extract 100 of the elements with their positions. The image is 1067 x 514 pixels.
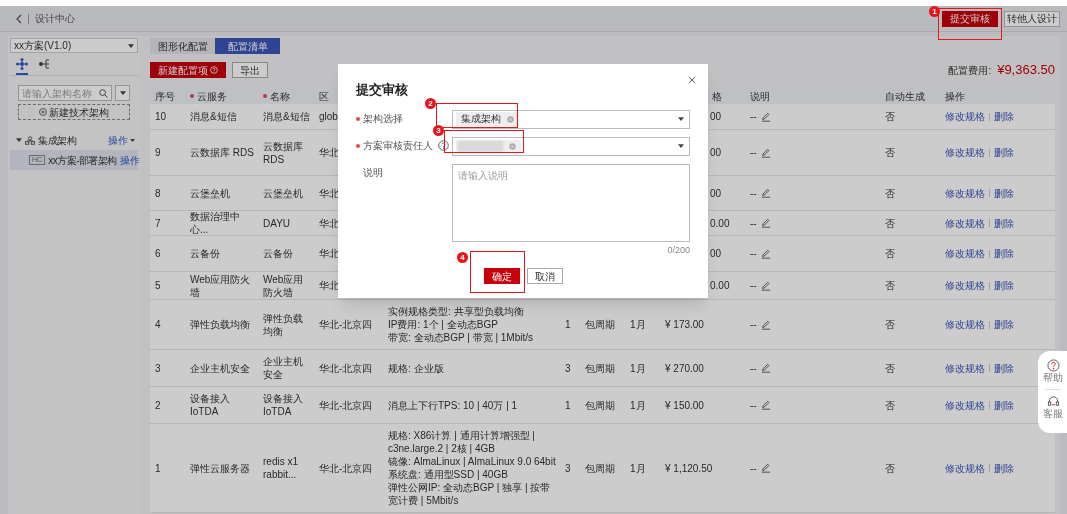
column-header: 名称 [263,88,290,104]
table-cell: 00 [710,146,722,159]
table-cell: ¥ 1,120.50 [665,461,713,475]
selected-tag[interactable]: 集成架构 [456,112,519,126]
table-cell: 消息&短信 [190,110,237,123]
column-header: 云服务 [190,88,227,104]
modify-spec-link[interactable]: 修改规格 [945,278,985,293]
support-link[interactable]: 客服 [1043,408,1063,420]
table-cell: 否 [885,461,895,475]
help-link[interactable]: 帮助 [1043,372,1063,384]
table-cell: 1 [565,398,571,412]
submit-button[interactable]: 提交审核 [942,10,998,27]
field-label: 方案审核责任人 [363,139,433,153]
total-cost-label: 配置费用: [948,63,992,78]
modify-spec-link[interactable]: 修改规格 [945,460,985,476]
table-cell: ¥ 173.00 [665,318,704,331]
character-counter: 0/200 [667,243,690,257]
table-cell: 4 [155,318,161,331]
delete-link[interactable]: 删除 [994,246,1014,261]
action-menu-link[interactable]: 操作 [108,132,128,148]
total-cost-value: ¥9,363.50 [997,61,1055,80]
confirm-button[interactable]: 确定 [484,268,520,284]
table-cell: 企业主机安全 [190,361,250,375]
table-cell: 00 [710,110,722,123]
table-cell: 包周期 [585,361,615,375]
step-badge: 1 [929,6,940,17]
new-architecture-button[interactable]: 新建技术架构 [18,104,130,120]
step-badge: 4 [457,252,468,263]
modify-spec-link[interactable]: 修改规格 [945,360,985,376]
field-label: 架构选择 [363,112,403,126]
table-cell: 包周期 [585,398,615,412]
table-cell: 否 [885,318,895,331]
table-cell: 3 [565,361,571,375]
table-cell: 1月 [630,461,646,475]
modify-spec-link[interactable]: 修改规格 [945,145,985,160]
table-cell: 否 [885,279,895,292]
scheme-select[interactable]: xx方案(V1.0) [10,38,138,53]
note-text: -- [750,461,757,476]
delete-link[interactable]: 删除 [994,185,1014,201]
delete-link[interactable]: 删除 [994,215,1014,231]
delete-link[interactable]: 删除 [994,278,1014,293]
spec-line: 弹性公网IP: 全动态BGP | 独享 | 按带宽计费 | 5Mbit/s [388,481,552,507]
table-cell: 云堡垒机 [263,186,303,200]
table-cell-text: 云数据库 RDS [263,139,304,166]
delete-link[interactable]: 删除 [994,317,1014,332]
spec-line: 镜像: AlmaLinux | AlmaLinux 9.0 64bit [388,455,557,468]
table-cell: 1 [155,461,161,475]
table-cell-text: redis x1 rabbit... [263,455,299,481]
delete-link[interactable]: 删除 [994,397,1014,413]
table-cell: 00 [710,247,722,260]
tree-item[interactable]: 集成架构 操作 [10,130,138,150]
table-cell: 3 [155,361,161,375]
table-cell: 云数据库 RDS [190,146,254,159]
table-cell: 6 [155,247,161,260]
new-config-button[interactable]: 新建配置项 [150,62,226,78]
delete-link[interactable]: 删除 [994,109,1014,124]
export-button[interactable]: 导出 [232,62,268,78]
table-cell: 7 [155,216,161,230]
table-cell-text: Web应用防火墙 [263,272,305,299]
table-cell: 0.00 [710,279,730,292]
table-cell: 1月 [630,318,646,331]
table-cell: 9 [155,146,161,159]
delete-link[interactable]: 删除 [994,460,1014,476]
modify-spec-link[interactable]: 修改规格 [945,215,985,231]
modify-spec-link[interactable]: 修改规格 [945,109,985,124]
modify-spec-link[interactable]: 修改规格 [945,185,985,201]
column-header: 区 [319,89,329,104]
transfer-button[interactable]: 转他人设计 [1004,10,1060,27]
delete-link[interactable]: 删除 [994,145,1014,160]
note-text: -- [750,186,757,201]
table-cell: 否 [885,186,895,200]
table-cell: 华北-北京四 [319,461,373,475]
table-cell-text: 设备接入IoTDA [263,392,304,418]
table-cell: 8 [155,186,161,200]
select-field[interactable]: 集成架构 [452,109,690,129]
view-tab[interactable]: 配置清单 [215,38,280,54]
spec-line: 消息上下行TPS: 10 | 40万 | 1 [388,398,518,412]
delete-link[interactable]: 删除 [994,360,1014,376]
modify-spec-link[interactable]: 修改规格 [945,317,985,332]
modify-spec-link[interactable]: 修改规格 [945,397,985,413]
table-cell-text: Web应用防火墙 [190,272,252,299]
search-field[interactable]: 请输入架构名称 [18,85,112,101]
column-header: 操作 [945,89,965,104]
table-cell: 00 [710,186,722,200]
page-title: 设计中心 [35,12,75,26]
table-cell: 否 [885,110,895,123]
table-cell: 3 [565,461,571,475]
note-text: -- [750,318,757,332]
modify-spec-link[interactable]: 修改规格 [945,246,985,261]
note-text: -- [750,146,757,160]
spec-line: 实例规格类型: 共享型负载均衡 [388,305,525,318]
cancel-button[interactable]: 取消 [527,268,563,284]
action-menu-link[interactable]: 操作 [119,152,140,168]
table-cell: 否 [885,247,895,260]
table-cell-text: 企业主机安全 [263,355,304,381]
view-tab[interactable]: 图形化配置 [150,38,215,54]
table-cell: 弹性负载均衡 [190,318,250,331]
table-cell: DAYU [263,216,291,230]
table-cell: 云备份 [190,247,220,260]
description-field[interactable]: 请输入说明 [452,163,690,242]
